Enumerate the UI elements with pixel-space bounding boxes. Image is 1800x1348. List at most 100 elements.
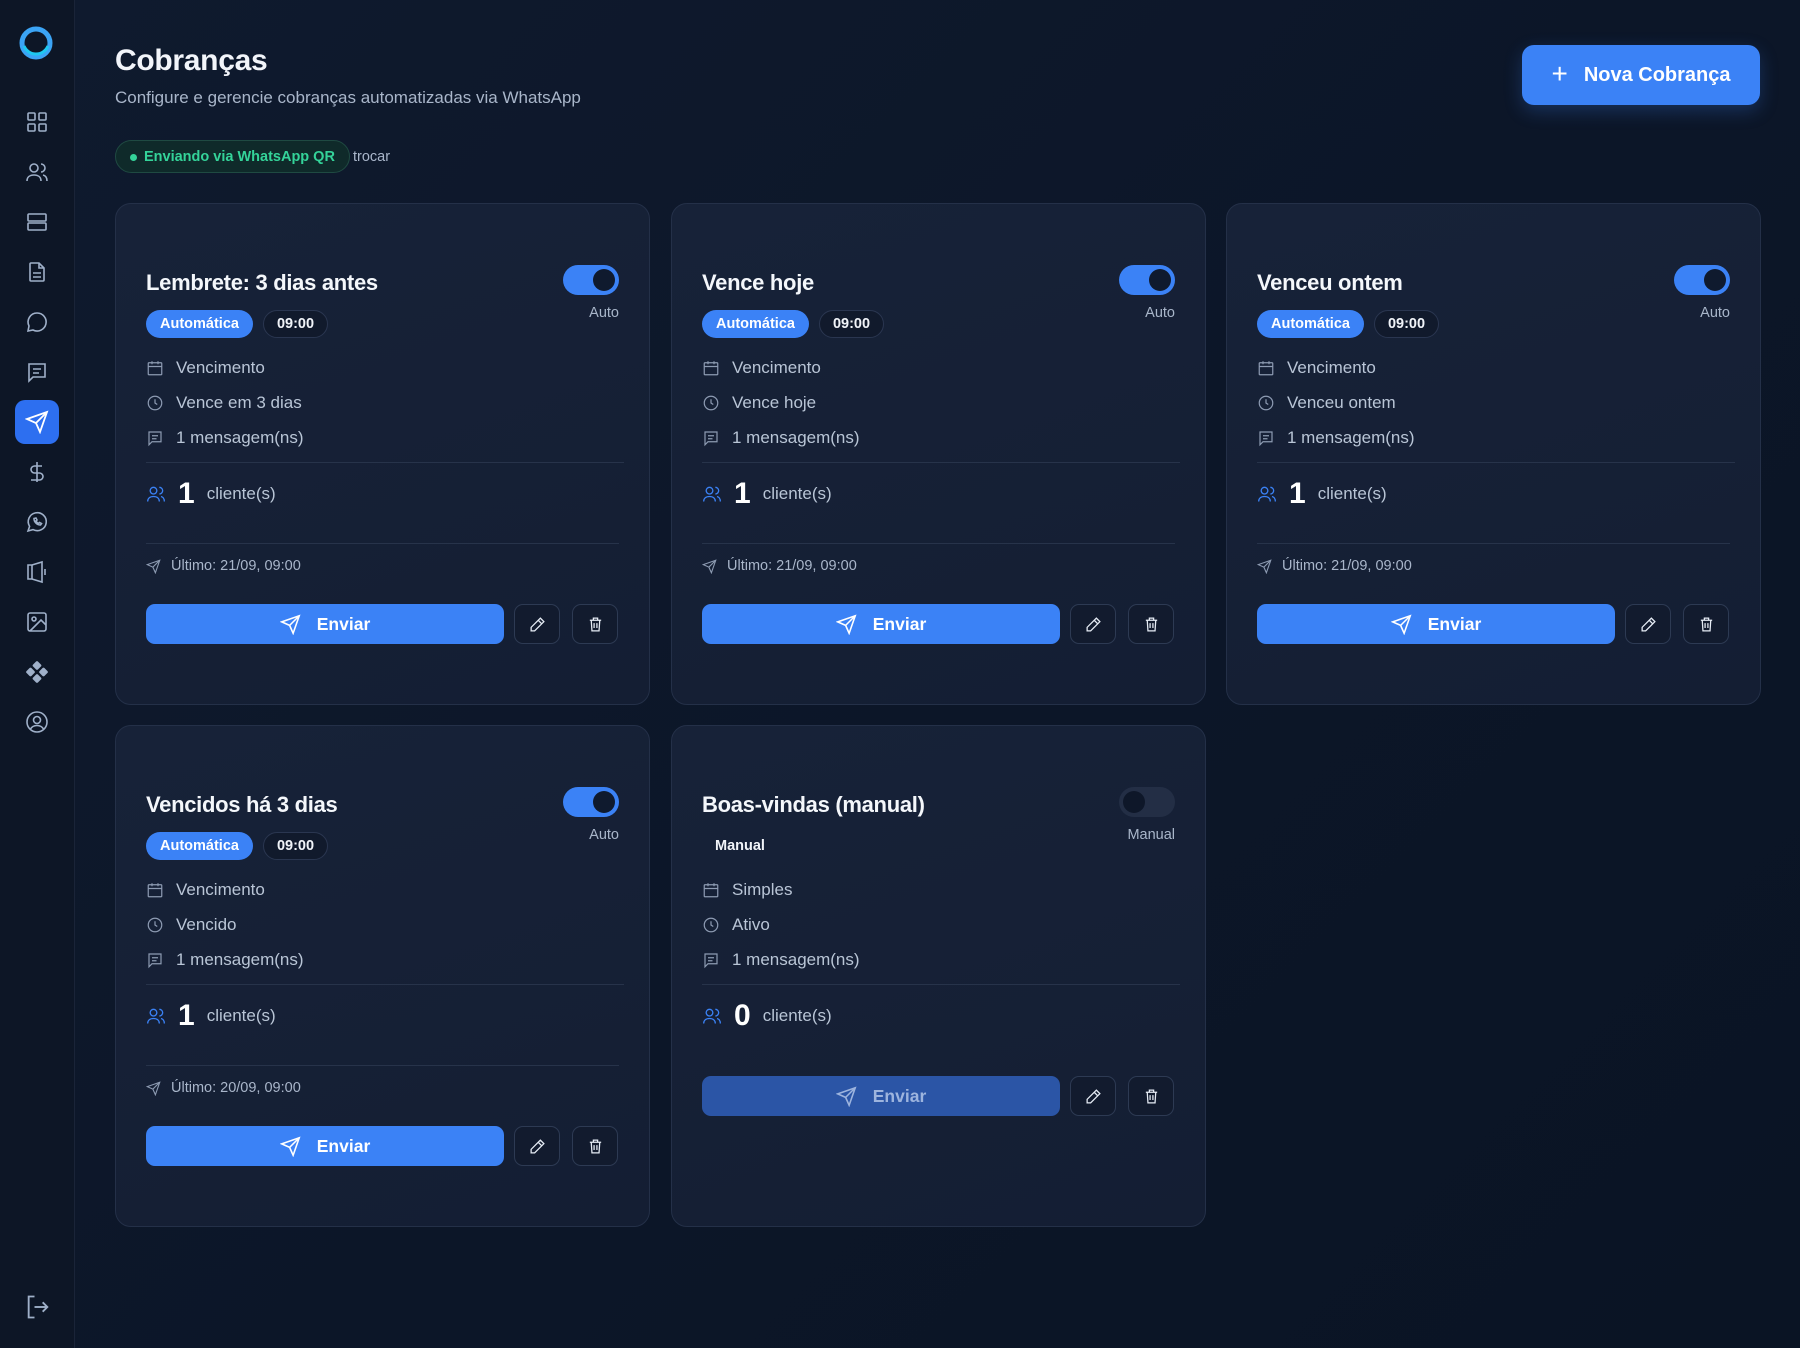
clock-icon [703,917,719,933]
send-button[interactable]: Enviar [146,604,504,644]
sidebar-item-profile[interactable] [15,700,59,744]
send-label: Enviar [872,1085,927,1106]
messages-row: 1 mensagem(ns) [702,950,860,970]
schedule-text: Venceu ontem [1287,393,1396,412]
document-icon [29,262,45,282]
dollar-icon [30,462,44,482]
sidebar-item-campaigns[interactable] [15,550,59,594]
charge-card: Lembrete: 3 dias antes Auto Automática 0… [115,203,650,705]
messages-row: 1 mensagem(ns) [146,428,304,448]
type-badge: Automática [702,310,809,338]
sidebar-item-integrations[interactable] [15,650,59,694]
megaphone-icon [27,560,46,584]
schedule-text: Vence em 3 dias [176,393,302,412]
auto-toggle[interactable] [563,265,619,295]
time-badge: 09:00 [262,832,329,860]
sidebar-item-whatsapp[interactable] [15,500,59,544]
divider [1257,543,1730,544]
sidebar-item-media[interactable] [15,600,59,644]
clients-count: 1 [734,477,751,510]
sidebar-item-messages[interactable] [15,350,59,394]
new-charge-button[interactable]: + Nova Cobrança [1522,45,1760,105]
sidebar-item-finance[interactable] [15,450,59,494]
divider [146,543,619,544]
message-icon [704,953,718,969]
sidebar-item-chat[interactable] [15,300,59,344]
sidebar-item-charges[interactable] [15,400,59,444]
messages-text: 1 mensagem(ns) [176,428,304,447]
send-button[interactable]: Enviar [702,604,1060,644]
send-label: Enviar [872,613,927,634]
auto-toggle[interactable] [1119,787,1175,817]
send-icon [279,1135,301,1157]
clients-row: 1 cliente(s) [146,479,276,509]
divider [146,984,624,985]
delete-button[interactable] [1128,1076,1174,1116]
app-logo-icon[interactable] [19,26,53,60]
auto-toggle[interactable] [563,787,619,817]
trigger-row: Vencimento [702,358,821,378]
send-icon [702,558,717,574]
messages-row: 1 mensagem(ns) [1257,428,1415,448]
messages-text: 1 mensagem(ns) [1287,428,1415,447]
clients-row: 1 cliente(s) [146,1001,276,1031]
schedule-row: Vence em 3 dias [146,393,302,413]
message-icon [704,431,718,447]
time-badge: 09:00 [1373,310,1440,338]
edit-button[interactable] [1625,604,1671,644]
trigger-text: Vencimento [732,358,821,377]
status-label: Enviando via WhatsApp QR [144,148,335,165]
send-label: Enviar [316,1135,371,1156]
toggle-label: Auto [589,827,619,843]
card-title: Vencidos há 3 dias [146,792,338,817]
trigger-row: Vencimento [146,358,265,378]
last-sent-text: Último: 20/09, 09:00 [171,1080,301,1096]
send-icon [146,1080,161,1096]
time-badge: 09:00 [262,310,329,338]
toggle-label: Auto [589,305,619,321]
switch-sender-link[interactable]: trocar [353,149,390,165]
sidebar-item-documents[interactable] [15,250,59,294]
last-sent-row: Último: 20/09, 09:00 [146,1080,301,1096]
message-icon [148,953,162,969]
new-charge-label: Nova Cobrança [1583,63,1731,86]
clients-count: 1 [178,477,195,510]
charge-card: Vencidos há 3 dias Auto Automática 09:00… [115,725,650,1227]
status-badge: Enviando via WhatsApp QR [115,140,350,173]
edit-button[interactable] [1070,1076,1116,1116]
edit-button[interactable] [514,604,560,644]
auto-toggle[interactable] [1119,265,1175,295]
edit-button[interactable] [1070,604,1116,644]
send-button[interactable]: Enviar [1257,604,1615,644]
trigger-text: Vencimento [176,358,265,377]
send-button[interactable]: Enviar [146,1126,504,1166]
trigger-text: Vencimento [176,880,265,899]
toggle-label: Auto [1700,305,1730,321]
card-title: Venceu ontem [1257,270,1403,295]
send-icon [146,558,161,574]
status-dot-icon [130,154,137,161]
divider [146,462,624,463]
delete-button[interactable] [1128,604,1174,644]
sidebar-item-dashboard[interactable] [15,100,59,144]
send-label: Enviar [1427,613,1482,634]
delete-button[interactable] [572,1126,618,1166]
auto-toggle[interactable] [1674,265,1730,295]
sidebar-item-servers[interactable] [15,200,59,244]
messages-row: 1 mensagem(ns) [146,950,304,970]
clients-label: cliente(s) [206,1006,276,1025]
send-button[interactable]: Enviar [702,1076,1060,1116]
clients-count: 0 [734,999,751,1032]
delete-button[interactable] [1683,604,1729,644]
delete-button[interactable] [572,604,618,644]
clients-row: 0 cliente(s) [702,1001,832,1031]
card-title: Vence hoje [702,270,814,295]
trash-icon [1145,616,1157,632]
type-badge: Automática [146,310,253,338]
sidebar-item-clients[interactable] [15,150,59,194]
logout-icon[interactable] [24,1293,52,1321]
edit-button[interactable] [514,1126,560,1166]
calendar-icon [703,361,719,376]
messages-row: 1 mensagem(ns) [702,428,860,448]
server-icon [27,213,47,231]
